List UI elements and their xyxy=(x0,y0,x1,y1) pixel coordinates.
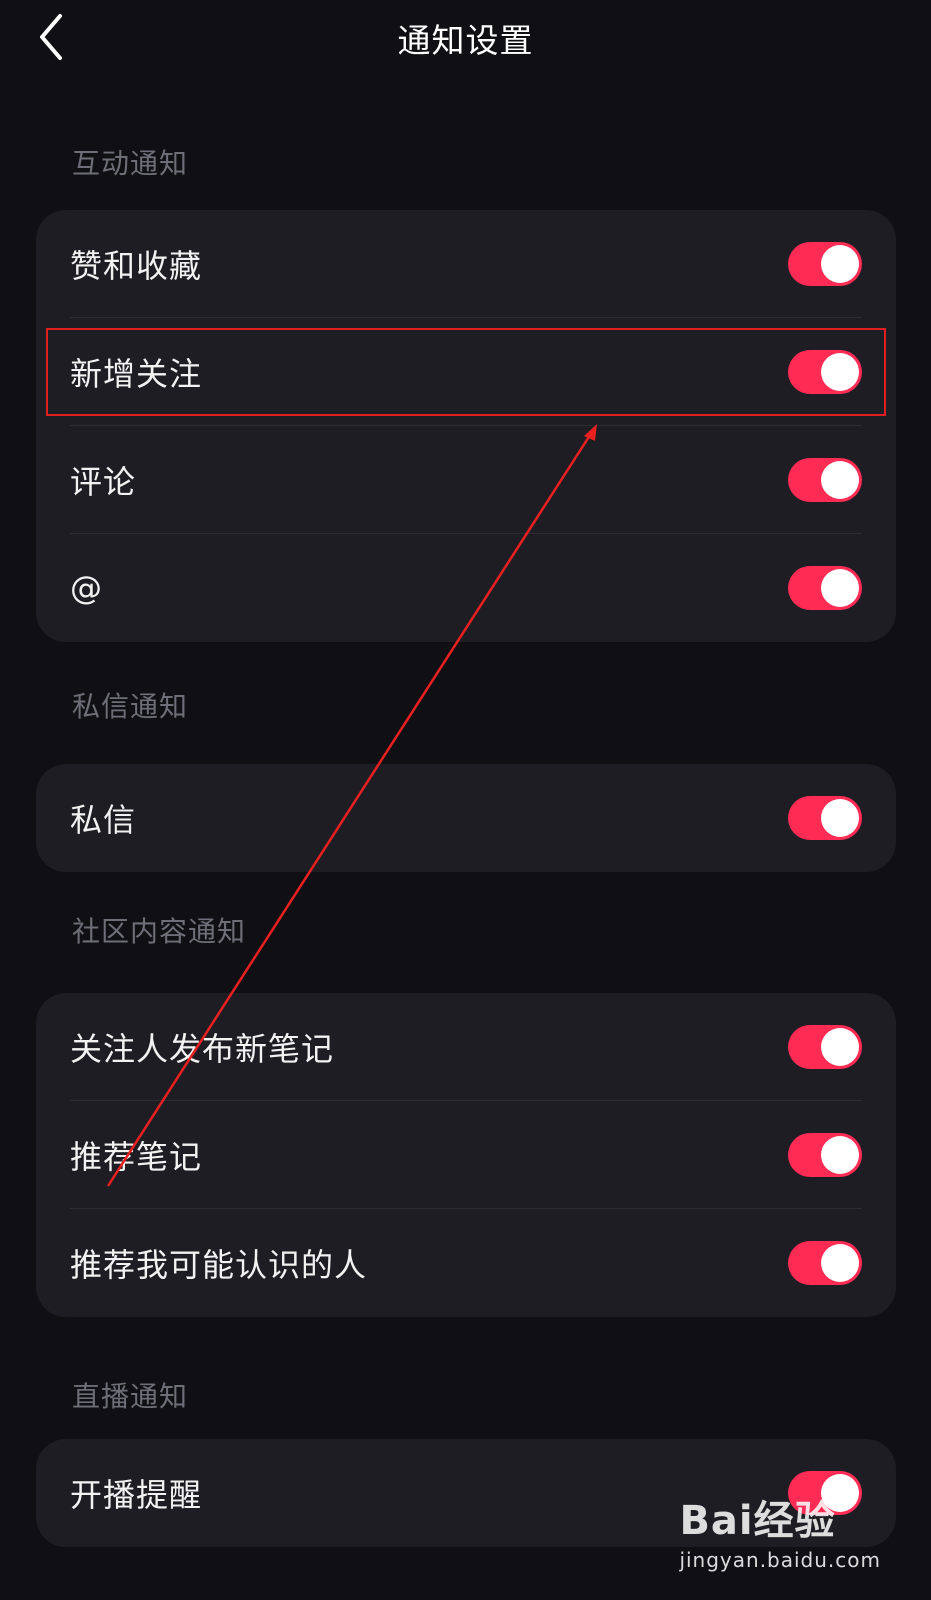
toggle-switch-followed-new-notes[interactable] xyxy=(788,1025,862,1069)
setting-row-likes-favorites: 赞和收藏 xyxy=(36,210,896,318)
setting-label: @ xyxy=(70,569,103,607)
settings-card-community: 关注人发布新笔记 推荐笔记 推荐我可能认识的人 xyxy=(36,993,896,1317)
setting-label: 赞和收藏 xyxy=(70,247,203,285)
setting-label: 推荐我可能认识的人 xyxy=(70,1246,368,1284)
setting-label: 私信 xyxy=(70,801,137,839)
setting-label: 关注人发布新笔记 xyxy=(70,1030,335,1068)
toggle-knob xyxy=(821,245,859,283)
settings-card-messages: 私信 xyxy=(36,764,896,872)
toggle-knob xyxy=(821,461,859,499)
setting-label: 新增关注 xyxy=(70,355,203,393)
toggle-knob xyxy=(821,799,859,837)
watermark-url: jingyan.baidu.com xyxy=(679,1548,881,1572)
setting-label: 推荐笔记 xyxy=(70,1138,203,1176)
toggle-knob xyxy=(821,1244,859,1282)
setting-row-new-followers: 新增关注 xyxy=(36,318,896,426)
section-title-community: 社区内容通知 xyxy=(72,915,247,948)
toggle-switch-people-you-may-know[interactable] xyxy=(788,1241,862,1285)
section-title-interaction: 互动通知 xyxy=(72,147,189,180)
setting-label: 评论 xyxy=(70,463,137,501)
page-title: 通知设置 xyxy=(397,21,534,60)
setting-row-recommended-notes: 推荐笔记 xyxy=(36,1101,896,1209)
section-title-live: 直播通知 xyxy=(72,1380,189,1413)
setting-row-people-you-may-know: 推荐我可能认识的人 xyxy=(36,1209,896,1317)
setting-row-comments: 评论 xyxy=(36,426,896,534)
setting-label: 开播提醒 xyxy=(70,1476,203,1514)
toggle-knob xyxy=(821,1136,859,1174)
toggle-switch-recommended-notes[interactable] xyxy=(788,1133,862,1177)
toggle-switch-mentions[interactable] xyxy=(788,566,862,610)
toggle-knob xyxy=(821,353,859,391)
settings-card-live: 开播提醒 xyxy=(36,1439,896,1547)
section-title-messages: 私信通知 xyxy=(72,690,189,723)
setting-row-mentions: @ xyxy=(36,534,896,642)
settings-card-interaction: 赞和收藏 新增关注 评论 @ xyxy=(36,210,896,642)
toggle-switch-live-start-reminder[interactable] xyxy=(788,1471,862,1515)
toggle-knob xyxy=(821,1474,859,1512)
toggle-switch-private-messages[interactable] xyxy=(788,796,862,840)
toggle-switch-new-followers[interactable] xyxy=(788,350,862,394)
setting-row-private-messages: 私信 xyxy=(36,764,896,872)
toggle-switch-comments[interactable] xyxy=(788,458,862,502)
toggle-switch-likes-favorites[interactable] xyxy=(788,242,862,286)
setting-row-live-start-reminder: 开播提醒 xyxy=(36,1439,896,1547)
toggle-knob xyxy=(821,569,859,607)
nav-bar: 通知设置 xyxy=(0,0,931,74)
setting-row-followed-new-notes: 关注人发布新笔记 xyxy=(36,993,896,1101)
toggle-knob xyxy=(821,1028,859,1066)
